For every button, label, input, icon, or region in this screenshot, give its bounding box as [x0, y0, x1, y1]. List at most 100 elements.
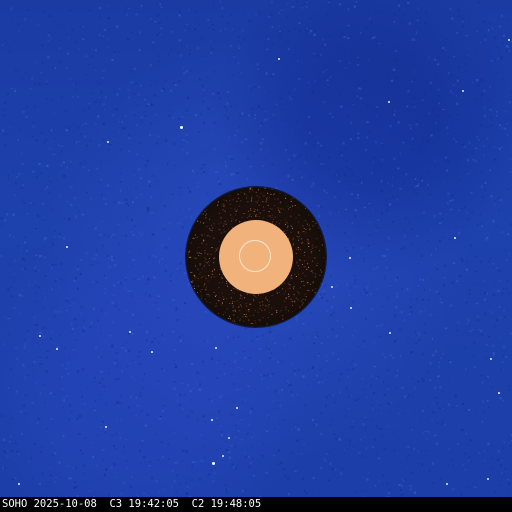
noise-grain — [182, 139, 185, 142]
noise-grain — [139, 391, 141, 394]
noise-grain — [179, 10, 181, 13]
noise-grain — [15, 175, 18, 178]
noise-grain — [161, 333, 163, 336]
noise-grain — [358, 83, 361, 87]
noise-grain — [139, 234, 142, 237]
corona-speck — [195, 265, 196, 267]
noise-grain — [492, 353, 495, 356]
noise-grain — [30, 164, 32, 166]
noise-grain — [66, 93, 68, 95]
noise-grain — [6, 450, 9, 452]
noise-grain — [474, 413, 476, 415]
noise-grain — [380, 94, 383, 97]
noise-grain — [368, 221, 371, 223]
corona-speck — [227, 220, 229, 222]
noise-grain — [334, 401, 336, 404]
noise-grain — [14, 442, 18, 445]
corona-speck — [314, 292, 316, 294]
noise-grain — [199, 382, 201, 384]
noise-grain — [336, 334, 339, 336]
noise-grain — [252, 152, 254, 155]
corona-speck — [290, 200, 292, 202]
noise-grain — [236, 388, 239, 391]
noise-grain — [393, 113, 396, 116]
noise-grain — [195, 10, 197, 13]
noise-grain — [75, 339, 78, 341]
noise-grain — [198, 131, 201, 133]
noise-grain — [269, 328, 271, 330]
noise-grain — [112, 300, 114, 304]
noise-grain — [414, 185, 417, 188]
noise-grain — [158, 259, 161, 262]
noise-grain — [445, 169, 448, 172]
noise-grain — [298, 21, 301, 24]
noise-grain — [395, 306, 398, 309]
noise-grain — [128, 485, 132, 487]
corona-speck — [302, 302, 304, 304]
noise-grain — [74, 82, 77, 85]
corona-speck — [204, 252, 206, 254]
noise-grain — [495, 266, 498, 269]
noise-grain — [110, 467, 113, 469]
noise-grain — [84, 135, 86, 138]
noise-grain — [382, 353, 385, 356]
noise-grain — [70, 160, 72, 163]
noise-grain — [43, 218, 46, 221]
noise-grain — [327, 479, 330, 482]
noise-grain — [149, 185, 151, 188]
corona-speck — [265, 201, 267, 203]
noise-grain — [193, 28, 197, 31]
noise-grain — [182, 66, 185, 69]
corona-speck — [218, 300, 220, 302]
noise-grain — [54, 264, 57, 266]
noise-grain — [412, 192, 415, 195]
noise-grain — [400, 152, 401, 155]
noise-grain — [150, 426, 152, 428]
noise-grain — [415, 298, 418, 301]
noise-grain — [24, 346, 26, 349]
noise-grain — [465, 301, 468, 304]
noise-grain — [356, 1, 359, 3]
noise-grain — [173, 349, 176, 351]
noise-grain — [489, 169, 491, 172]
noise-grain — [327, 2, 330, 3]
noise-grain — [25, 116, 28, 118]
noise-grain — [385, 159, 388, 162]
noise-grain — [318, 102, 321, 105]
noise-grain — [393, 157, 396, 160]
noise-grain — [68, 358, 71, 360]
corona-speck — [248, 191, 250, 193]
noise-grain — [359, 28, 361, 30]
noise-grain — [385, 267, 388, 269]
corona-speck — [251, 200, 252, 202]
noise-grain — [101, 193, 103, 196]
star — [215, 347, 217, 349]
noise-grain — [100, 220, 103, 223]
corona-speck — [234, 208, 236, 210]
noise-grain — [448, 448, 451, 450]
noise-grain — [342, 418, 344, 420]
noise-grain — [102, 139, 105, 141]
noise-grain — [218, 183, 222, 186]
noise-grain — [95, 49, 97, 52]
noise-grain — [150, 103, 153, 106]
noise-grain — [138, 323, 140, 326]
noise-grain — [439, 386, 442, 389]
noise-grain — [304, 142, 307, 145]
corona-speck — [220, 276, 222, 278]
noise-grain — [186, 24, 188, 25]
noise-grain — [463, 146, 467, 148]
noise-grain — [327, 156, 331, 159]
corona-speck — [206, 286, 208, 288]
noise-grain — [142, 379, 144, 381]
noise-grain — [301, 7, 304, 9]
noise-grain — [107, 148, 110, 151]
noise-grain — [244, 327, 247, 330]
noise-grain — [97, 356, 100, 358]
noise-grain — [466, 211, 468, 214]
noise-grain — [328, 167, 331, 170]
noise-grain — [240, 72, 243, 75]
noise-grain — [442, 47, 445, 49]
noise-grain — [136, 153, 138, 156]
noise-grain — [117, 243, 121, 245]
